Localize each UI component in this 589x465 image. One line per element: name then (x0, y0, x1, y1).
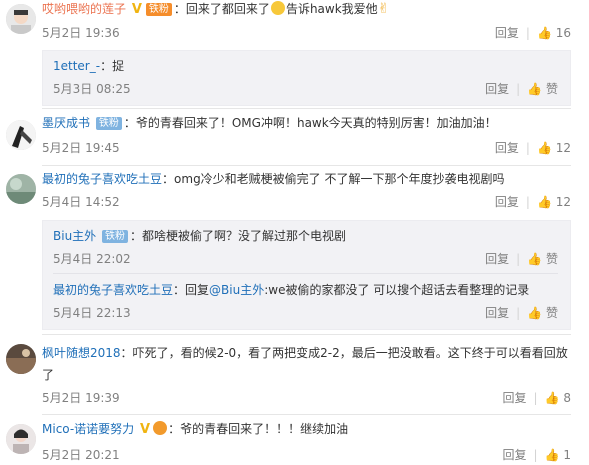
victory-hand-icon: ✌ (377, 1, 390, 17)
reply-username[interactable]: 1etter_- (53, 59, 100, 73)
reply-content: :we被偷的家都没了 可以搜个超话去看整理的记录 (264, 283, 530, 297)
smile-emoji-icon (270, 1, 285, 15)
reply-list: Biu主外 铁粉 ：都啥梗被偷了啊？没了解过那个电视剧 5月4日 22:02 回复… (42, 220, 571, 330)
reply-button[interactable]: 回复 (485, 306, 509, 320)
like-label: 赞 (545, 252, 558, 266)
comment-time: 5月2日 19:45 (42, 141, 120, 155)
mention-link[interactable]: @Biu主外 (209, 283, 264, 297)
comment-content: 回来了都回来了 (185, 2, 270, 16)
verified-icon: V (140, 422, 151, 437)
comment-content: 吓死了，看的候2-0，看了两把变成2-2，最后一把没敢看。这下终于可以看看回放了 (42, 346, 568, 382)
avatar[interactable] (6, 174, 36, 204)
divider (42, 414, 571, 415)
reply-button[interactable]: 回复 (495, 141, 519, 155)
thumbs-up-icon[interactable]: 👍 (545, 391, 560, 405)
thumbs-up-icon[interactable]: 👍 (527, 252, 542, 266)
reply-button[interactable]: 回复 (503, 391, 527, 405)
reply-button[interactable]: 回复 (495, 195, 519, 209)
thumbs-up-icon[interactable]: 👍 (527, 82, 542, 96)
reply-button[interactable]: 回复 (503, 448, 527, 462)
comment-time: 5月2日 20:21 (42, 448, 120, 462)
divider (53, 273, 558, 274)
divider (42, 165, 571, 166)
like-count: 8 (563, 391, 571, 405)
reply-text: 最初的兔子喜欢吃土豆：回复@Biu主外:we被偷的家都没了 可以搜个超话去看整理… (53, 283, 530, 297)
like-count: 12 (555, 141, 571, 155)
thumbs-up-icon[interactable]: 👍 (537, 26, 552, 40)
comment-text: 最初的兔子喜欢吃土豆：omg冷少和老贼梗被偷完了 不了解一下那个年度抄袭电视剧吗 (42, 172, 505, 186)
like-label: 赞 (545, 82, 558, 96)
reply-username[interactable]: Biu主外 (53, 229, 96, 243)
username[interactable]: 枫叶随想2018 (42, 346, 121, 360)
thumbs-up-icon[interactable]: 👍 (537, 195, 552, 209)
username[interactable]: 最初的兔子喜欢吃土豆 (42, 172, 162, 186)
reply-time: 5月4日 22:02 (53, 252, 131, 266)
comment-time: 5月4日 14:52 (42, 195, 120, 209)
reply-button[interactable]: 回复 (485, 252, 509, 266)
reply-text: 1etter_-：捉 (53, 59, 125, 73)
reply-button[interactable]: 回复 (485, 82, 509, 96)
divider (42, 334, 571, 335)
reply-button[interactable]: 回复 (495, 26, 519, 40)
comment-text: 墨厌成书 铁粉 ：爷的青春回来了！OMG冲啊！hawk今天真的特别厉害！加油加油！ (42, 116, 497, 130)
comment-content-2: 告诉hawk我爱他 (285, 2, 378, 16)
comment-text: Mico-诺诺要努力 V ：爷的青春回来了！！！继续加油 (42, 421, 349, 437)
reply-time: 5月4日 22:13 (53, 306, 131, 320)
comment-text: 哎哟喂哟的莲子 V 铁粉 ：回来了都回来了 告诉hawk我爱他✌ (42, 1, 390, 17)
thumbs-up-icon[interactable]: 👍 (545, 448, 560, 462)
avatar[interactable] (6, 344, 36, 374)
like-count: 1 (563, 448, 571, 462)
comment-content: 爷的青春回来了！！！继续加油 (180, 422, 349, 436)
divider (42, 108, 571, 109)
comment-time: 5月2日 19:36 (42, 26, 120, 40)
verified-icon: V (131, 2, 142, 17)
avatar[interactable] (6, 120, 36, 150)
fan-badge[interactable]: 铁粉 (145, 3, 172, 16)
like-count: 16 (555, 26, 571, 40)
fan-badge[interactable]: 铁粉 (102, 230, 129, 243)
reply-username[interactable]: 最初的兔子喜欢吃土豆 (53, 283, 173, 297)
username[interactable]: Mico-诺诺要努力 (42, 422, 134, 436)
comment-time: 5月2日 19:39 (42, 391, 120, 405)
like-label: 赞 (545, 306, 558, 320)
reply-list: 1etter_-：捉 5月3日 08:25 回复 | 👍 赞 (42, 50, 571, 106)
reply-text: Biu主外 铁粉 ：都啥梗被偷了啊？没了解过那个电视剧 (53, 229, 347, 243)
username[interactable]: 哎哟喂哟的莲子 (42, 2, 126, 16)
like-count: 12 (555, 195, 571, 209)
avatar[interactable] (6, 4, 36, 34)
comment-text: 枫叶随想2018：吓死了，看的候2-0，看了两把变成2-2，最后一把没敢看。这下… (42, 346, 568, 382)
reply-content: 都啥梗被偷了啊？没了解过那个电视剧 (142, 229, 347, 243)
comment-content: 爷的青春回来了！OMG冲啊！hawk今天真的特别厉害！加油加油！ (135, 116, 497, 130)
fan-emoji-icon (153, 421, 168, 435)
thumbs-up-icon[interactable]: 👍 (527, 306, 542, 320)
reply-prefix: 回复 (185, 283, 210, 297)
reply-time: 5月3日 08:25 (53, 82, 131, 96)
reply-content: 捉 (112, 59, 125, 73)
username[interactable]: 墨厌成书 (42, 116, 90, 130)
fan-badge[interactable]: 铁粉 (95, 117, 122, 130)
avatar[interactable] (6, 424, 36, 454)
comment-content: omg冷少和老贼梗被偷完了 不了解一下那个年度抄袭电视剧吗 (174, 172, 505, 186)
thumbs-up-icon[interactable]: 👍 (537, 141, 552, 155)
